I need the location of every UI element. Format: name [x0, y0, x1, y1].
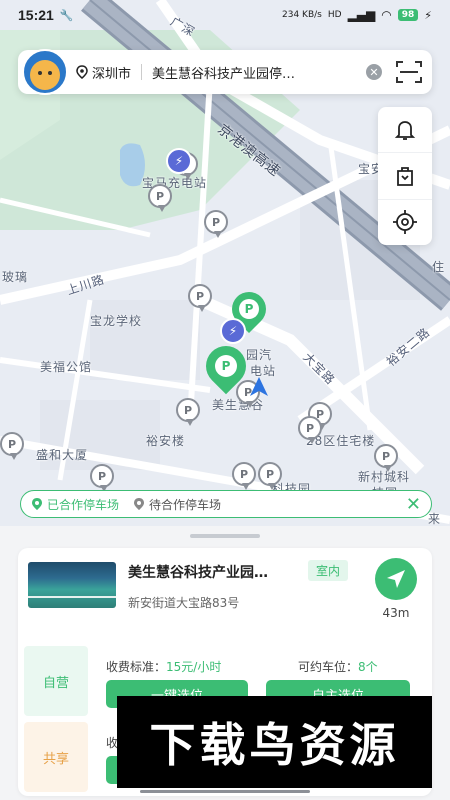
distance: 43m [382, 606, 410, 620]
map-label: 盛和大厦 [36, 448, 89, 462]
drag-handle[interactable] [190, 534, 260, 538]
parking-pin-pending[interactable]: P [148, 184, 172, 212]
parking-pin-pending[interactable]: P [176, 398, 200, 426]
divider [141, 64, 143, 80]
parking-pin-pending[interactable]: P [204, 210, 228, 238]
spaces-value: 8个 [358, 660, 378, 674]
fee-value: 15元/小时 [166, 660, 222, 674]
map-label: 宝龙学校 [90, 314, 143, 328]
available-spaces: 可约车位：8个 [298, 658, 378, 675]
notification-button[interactable] [378, 107, 432, 152]
map-label: 来 [428, 512, 442, 526]
orders-button[interactable] [378, 152, 432, 198]
map-legend: 已合作停车场 待合作停车场 ✕ [20, 490, 432, 518]
wifi-icon: ◠ [381, 8, 392, 22]
battery-icon: 98 [397, 9, 419, 21]
my-location-icon [250, 377, 268, 396]
grey-pin-icon [134, 498, 145, 510]
legend-pending-label: 待合作停车场 [149, 497, 222, 512]
signal-icon: ▂▄▆ [347, 8, 376, 22]
wrench-icon: 🔧 [59, 8, 74, 22]
indoor-tag: 室内 [308, 560, 349, 581]
map-label: 美福公馆 [40, 360, 93, 374]
net-speed: 234 KB/s [282, 10, 322, 20]
legend-cooperated-label: 已合作停车场 [47, 497, 120, 512]
city-selector[interactable]: 深圳市 [76, 63, 131, 82]
search-bar[interactable]: 深圳市 美生慧谷科技产业园停… ✕ [18, 49, 432, 95]
charging-icon: ⚡ [424, 8, 432, 22]
map-label: 住 [432, 260, 446, 274]
home-indicator [140, 790, 310, 793]
parking-pin-pending[interactable]: P [90, 464, 114, 492]
parking-pin-pending[interactable]: P [232, 462, 256, 490]
signal-label: HD [327, 10, 342, 20]
city-label: 深圳市 [92, 66, 132, 82]
navigate-button[interactable] [375, 558, 417, 600]
close-icon[interactable]: ✕ [406, 494, 421, 515]
map-label: 裕安楼 [146, 434, 186, 448]
fee-label: 收费标准： [106, 660, 167, 674]
watermark-logo: 下载鸟资源 [117, 696, 432, 788]
bag-icon [397, 167, 413, 186]
ev-charger-pin[interactable]: ⚡ [220, 318, 246, 344]
legend-cooperated: 已合作停车场 [31, 496, 119, 513]
location-pin-icon [76, 65, 88, 79]
search-input[interactable]: 美生慧谷科技产业园停… [152, 63, 360, 82]
clear-icon[interactable]: ✕ [366, 64, 382, 80]
parking-pin-pending[interactable]: P [258, 462, 282, 490]
status-bar: 15:21 🔧 234 KB/s HD ▂▄▆ ◠ 98 ⚡ [0, 0, 450, 30]
bell-icon [394, 120, 416, 140]
lot-address: 新安街道大宝路83号 [128, 596, 240, 610]
map-label: 玻璃 [2, 270, 29, 284]
self-operated-badge: 自营 [24, 646, 88, 716]
ev-charger-pin[interactable]: ⚡ [166, 148, 192, 174]
green-pin-icon [32, 498, 42, 510]
parking-pin-pending[interactable]: P [0, 432, 24, 460]
lot-photo [28, 562, 116, 608]
navigation-arrow-icon [387, 570, 405, 588]
lot-name: 美生慧谷科技产业园… [128, 565, 268, 581]
map-tools [378, 107, 432, 245]
crosshair-icon [393, 210, 417, 235]
status-time: 15:21 [18, 7, 54, 23]
locate-button[interactable] [378, 198, 432, 245]
parking-pin-pending[interactable]: P [298, 416, 322, 444]
fee-standard: 收费标准：15元/小时 [106, 658, 221, 675]
legend-pending: 待合作停车场 [133, 496, 221, 513]
spaces-label: 可约车位： [298, 660, 359, 674]
map-label: 园汽 [246, 348, 273, 362]
parking-pin-pending[interactable]: P [374, 444, 398, 472]
status-icons: 234 KB/s HD ▂▄▆ ◠ 98 ⚡ [282, 8, 432, 22]
shared-badge: 共享 [24, 722, 88, 792]
scan-icon[interactable] [396, 61, 422, 83]
parking-pin-pending[interactable]: P [188, 284, 212, 312]
avatar[interactable] [22, 49, 68, 95]
